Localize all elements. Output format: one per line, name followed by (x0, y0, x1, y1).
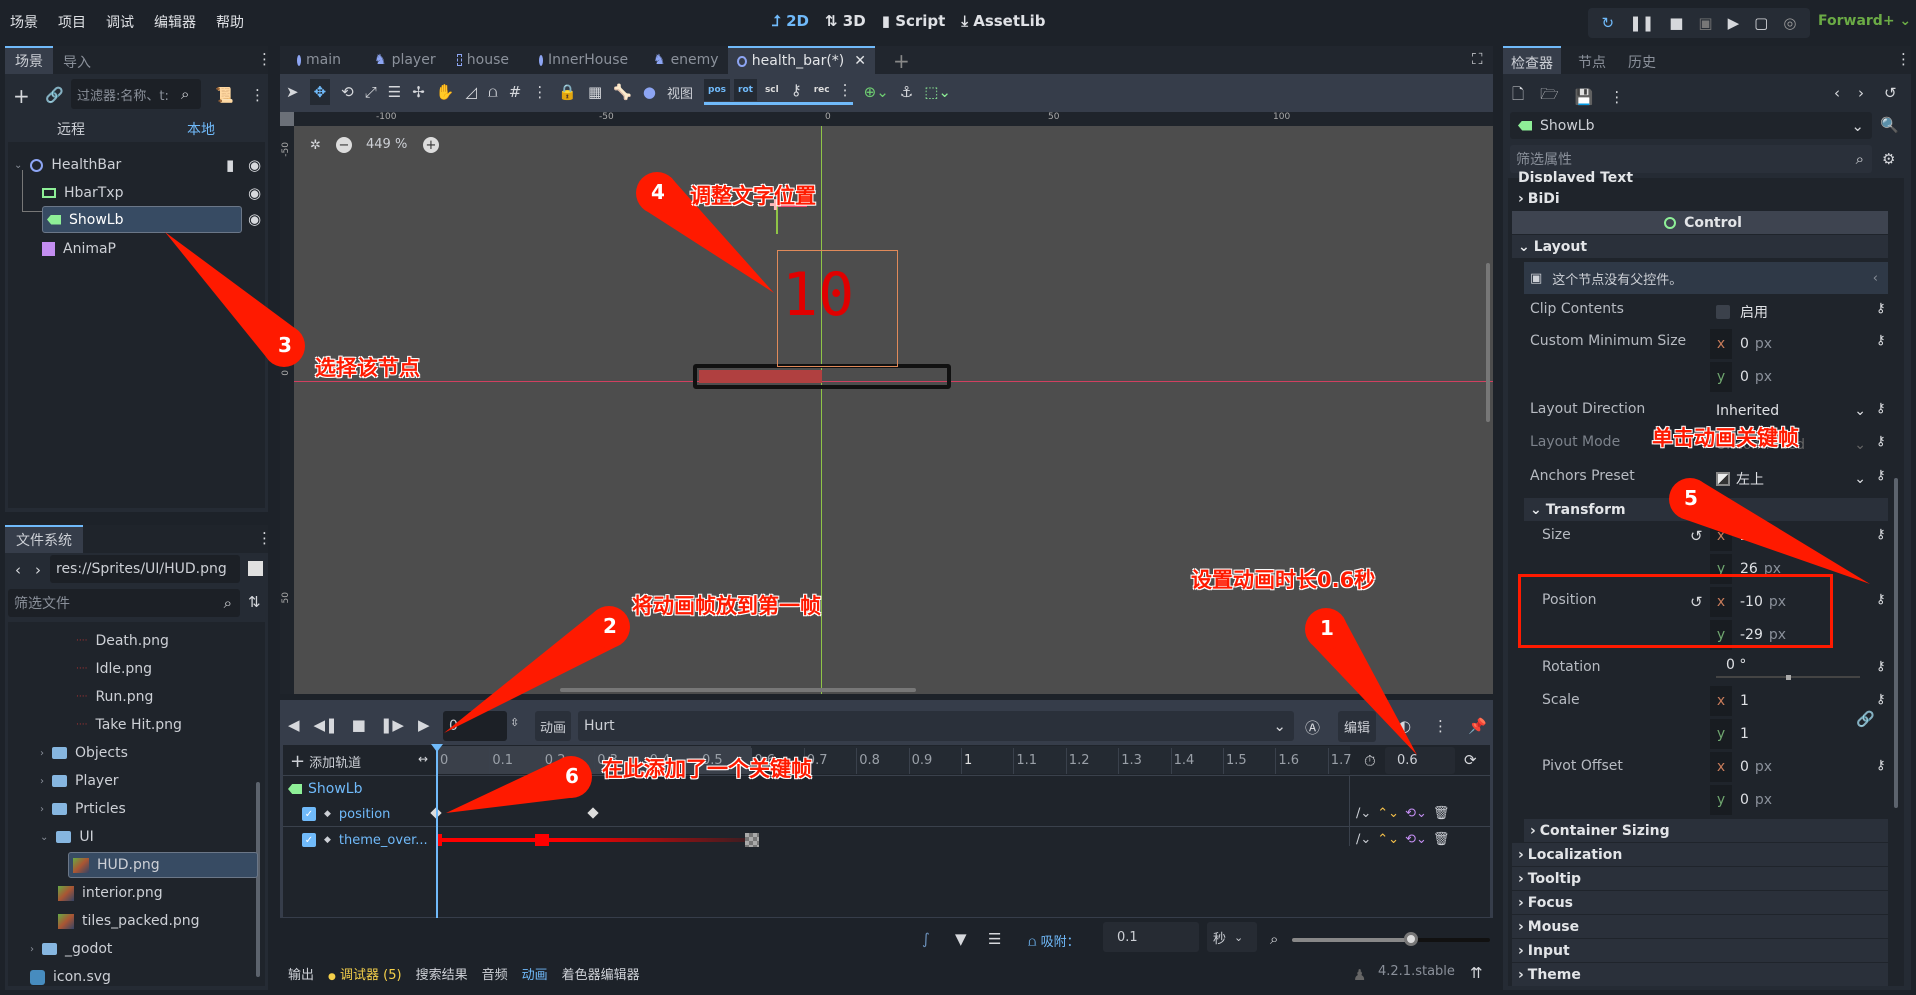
annotation-layer (165, 172, 1870, 813)
annotation-number: 2 (603, 614, 617, 638)
annotation-number: 4 (651, 180, 665, 204)
annotation-text: 单击动画关键帧 (1652, 426, 1799, 450)
annotation-text: 将动画帧放到第一帧 (632, 594, 821, 618)
annotation-number: 1 (1320, 616, 1334, 640)
annotation-number: 3 (278, 333, 292, 357)
annotation-text: 在此添加了一个关键帧 (602, 757, 812, 781)
annotation-text: 调整文字位置 (690, 184, 816, 208)
annotation-number: 6 (565, 764, 579, 788)
annotation-number: 5 (1684, 486, 1698, 510)
annotation-text: 设置动画时长0.6秒 (1191, 568, 1376, 592)
annotation-text: 选择该节点 (315, 356, 420, 380)
annotation-callout (1669, 478, 1870, 584)
